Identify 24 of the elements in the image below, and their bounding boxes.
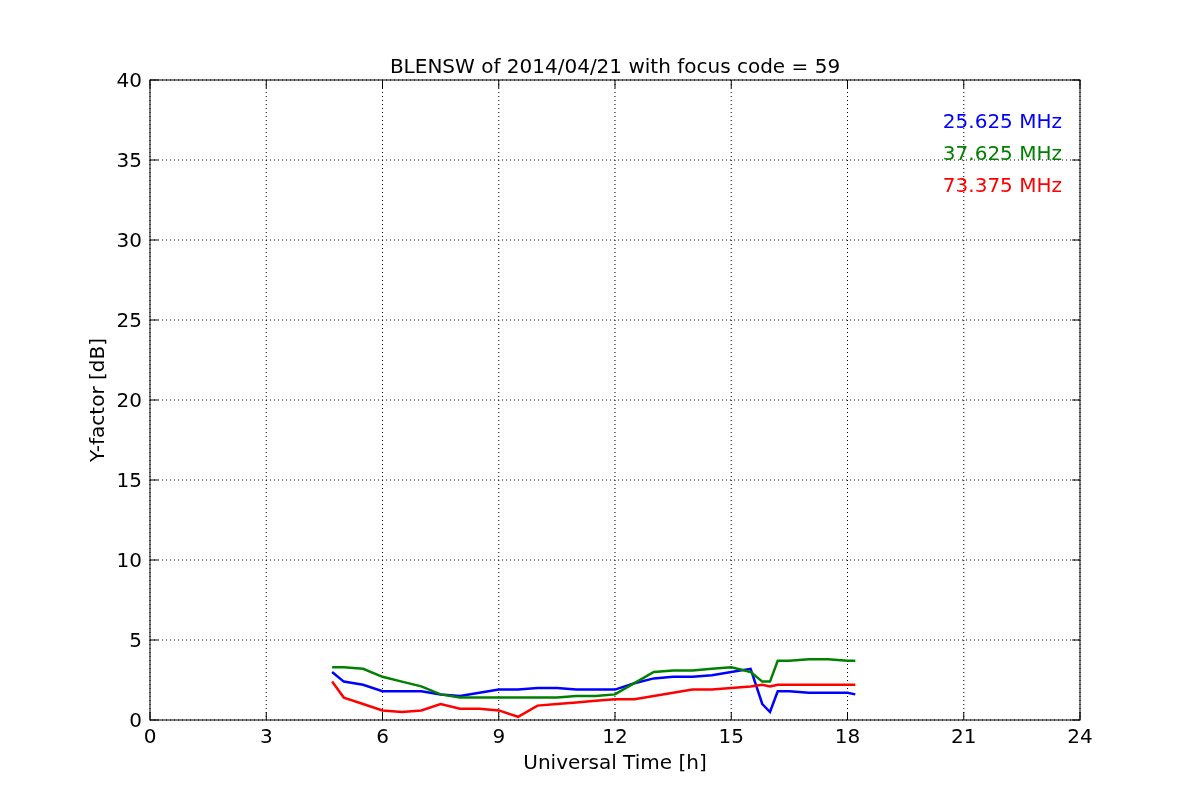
y-tick-label: 15 <box>116 468 142 492</box>
y-tick-label: 5 <box>129 628 142 652</box>
chart-title: BLENSW of 2014/04/21 with focus code = 59 <box>389 54 841 78</box>
y-tick-label: 35 <box>116 148 142 172</box>
y-tick-label: 40 <box>116 68 142 92</box>
legend-label: 73.375 MHz <box>942 173 1062 197</box>
legend-label: 25.625 MHz <box>942 109 1062 133</box>
x-tick-label: 0 <box>143 724 157 748</box>
x-tick-label: 3 <box>259 724 273 748</box>
y-tick-label: 10 <box>116 548 142 572</box>
x-tick-label: 18 <box>834 724 861 748</box>
x-tick-label: 9 <box>492 724 506 748</box>
legend-label: 37.625 MHz <box>942 141 1062 165</box>
y-tick-label: 30 <box>116 228 142 252</box>
x-tick-label: 12 <box>602 724 628 748</box>
x-tick-label: 6 <box>376 724 389 748</box>
y-tick-label: 20 <box>116 388 142 412</box>
y-axis-label: Y-factor [dB] <box>85 338 109 462</box>
y-tick-label: 25 <box>116 308 142 332</box>
x-tick-label: 24 <box>1067 724 1093 748</box>
x-axis-label: Universal Time [h] <box>523 750 707 774</box>
y-tick-label: 0 <box>129 708 142 732</box>
x-tick-label: 15 <box>718 724 744 748</box>
x-tick-label: 21 <box>951 724 977 748</box>
